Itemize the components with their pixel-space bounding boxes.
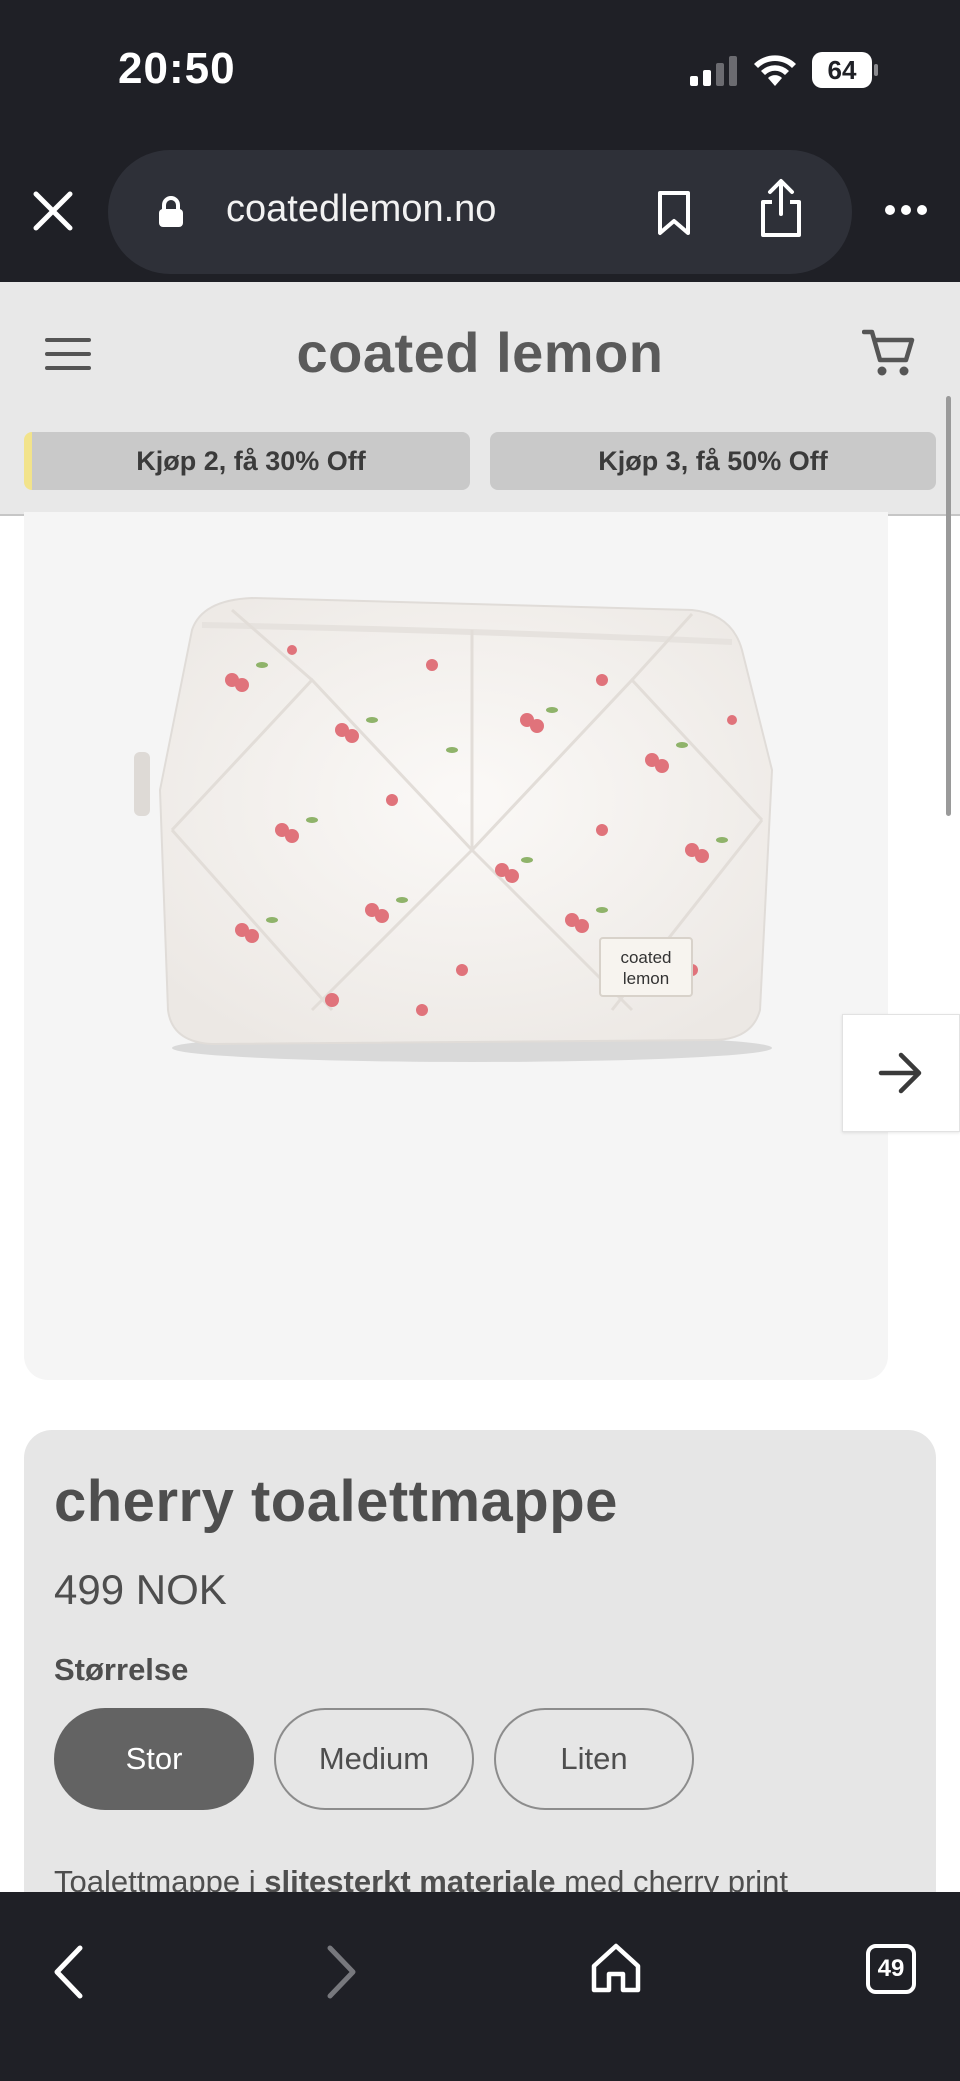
status-bar: 20:50 64 bbox=[0, 0, 960, 140]
cart-icon[interactable] bbox=[862, 328, 916, 378]
size-option-medium[interactable]: Medium bbox=[274, 1708, 474, 1810]
signal-icon bbox=[690, 56, 737, 86]
page-scrollbar[interactable] bbox=[946, 396, 951, 816]
tabs-count-button[interactable]: 49 bbox=[866, 1944, 916, 1994]
close-icon[interactable] bbox=[32, 190, 74, 232]
home-icon[interactable] bbox=[590, 1942, 642, 1994]
site-logo[interactable]: coated lemon bbox=[0, 320, 960, 385]
back-icon[interactable] bbox=[52, 1944, 84, 2000]
product-image-gallery: coated lemon bbox=[24, 512, 960, 1380]
share-icon[interactable] bbox=[758, 178, 804, 238]
address-bar[interactable]: coatedlemon.no bbox=[108, 150, 852, 274]
description-text-bold: slitesterkt materiale bbox=[264, 1864, 556, 1892]
size-label: Størrelse bbox=[54, 1652, 189, 1687]
product-title: cherry toalettmappe bbox=[54, 1469, 618, 1534]
promo-banner-buy-3[interactable]: Kjøp 3, få 50% Off bbox=[490, 432, 936, 490]
bookmark-icon[interactable] bbox=[656, 190, 692, 236]
product-price: 499 NOK bbox=[54, 1566, 227, 1613]
product-label-text-1: coated bbox=[620, 948, 671, 967]
battery-tip bbox=[874, 64, 878, 76]
description-text-start: Toalettmappe i bbox=[54, 1864, 265, 1892]
product-info-card: cherry toalettmappe 499 NOK Størrelse St… bbox=[24, 1430, 936, 1892]
product-label-text-2: lemon bbox=[623, 969, 669, 988]
next-image-button[interactable] bbox=[842, 1014, 960, 1132]
size-option-liten[interactable]: Liten bbox=[494, 1708, 694, 1810]
wifi-icon bbox=[754, 55, 796, 86]
product-description: Toalettmappe i slitesterkt materiale med… bbox=[54, 1864, 914, 1892]
battery-indicator: 64 bbox=[812, 52, 878, 88]
lock-icon bbox=[159, 196, 183, 227]
web-page: coated lemon Kjøp 2, få 30% Off Kjøp 3, … bbox=[0, 282, 960, 1892]
product-image: coated lemon bbox=[134, 596, 774, 1062]
browser-bottom-toolbar: 49 bbox=[0, 1892, 960, 2081]
browser-toolbar: coatedlemon.no bbox=[0, 140, 960, 282]
status-time: 20:50 bbox=[118, 44, 236, 93]
url-text[interactable]: coatedlemon.no bbox=[226, 188, 496, 231]
forward-icon[interactable] bbox=[326, 1944, 358, 2000]
battery-level: 64 bbox=[812, 52, 872, 88]
promo-banner-buy-2[interactable]: Kjøp 2, få 30% Off bbox=[24, 432, 470, 490]
more-options-icon[interactable] bbox=[884, 204, 928, 216]
arrow-right-icon bbox=[878, 1052, 922, 1094]
site-header: coated lemon Kjøp 2, få 30% Off Kjøp 3, … bbox=[0, 282, 960, 516]
description-text-end: med cherry print bbox=[555, 1864, 789, 1892]
size-option-stor[interactable]: Stor bbox=[54, 1708, 254, 1810]
